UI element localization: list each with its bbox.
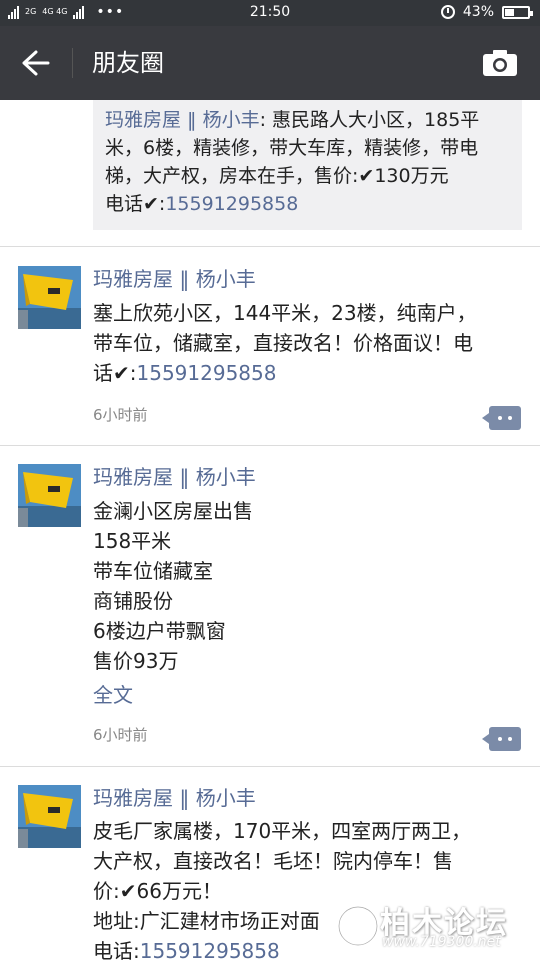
post-author[interactable]: 玛雅房屋 ‖ 杨小丰 <box>93 785 256 811</box>
divider <box>0 766 540 767</box>
comment-button[interactable] <box>482 727 521 751</box>
card-line-1: 玛雅房屋 ‖ 杨小丰: 惠民路人大小区，185平 <box>105 109 480 131</box>
avatar[interactable] <box>18 266 81 329</box>
post-text: 塞上欣苑小区，144平米，23楼，纯南户， 带车位，储藏室，直接改名！价格面议！… <box>93 301 477 385</box>
watermark-logo-icon <box>337 905 379 947</box>
phone-link[interactable]: 15591295858 <box>140 939 280 960</box>
back-button[interactable] <box>14 46 54 80</box>
post-author[interactable]: 玛雅房屋 ‖ 杨小丰 <box>93 266 256 292</box>
arrow-left-icon <box>22 50 50 76</box>
post-text: 金澜小区房屋出售 158平米 带车位储藏室 商铺股份 6楼边户带飘窗 售价93万 <box>93 499 253 673</box>
divider <box>0 445 540 446</box>
avatar[interactable] <box>18 785 81 848</box>
card-phone-link[interactable]: 15591295858 <box>165 193 298 215</box>
comment-button[interactable] <box>482 406 521 430</box>
status-bar: 2G 4G 4G ••• 21:50 43% <box>0 0 540 26</box>
app-header: 朋友圈 <box>0 26 540 100</box>
card-line-3: 梯，大产权，房本在手，售价:✔130万元 <box>105 165 449 187</box>
camera-button[interactable] <box>482 48 518 78</box>
divider <box>0 246 540 247</box>
card-line-4: 电话✔:15591295858 <box>105 193 299 215</box>
phone-link[interactable]: 15591295858 <box>137 361 277 385</box>
post-author[interactable]: 玛雅房屋 ‖ 杨小丰 <box>93 464 256 490</box>
card-author[interactable]: 玛雅房屋 ‖ 杨小丰 <box>105 109 260 131</box>
avatar-image <box>18 785 81 848</box>
shared-post-card[interactable]: 玛雅房屋 ‖ 杨小丰: 惠民路人大小区，185平 米，6楼，精装修，带大车库，精… <box>93 100 522 230</box>
header-divider <box>72 48 73 78</box>
post-timestamp: 6小时前 <box>93 726 148 744</box>
alarm-icon <box>440 5 455 19</box>
battery-fill <box>505 8 514 16</box>
card-line-2: 米，6楼，精装修，带大车库，精装修，带电 <box>105 137 479 159</box>
camera-icon <box>483 50 517 76</box>
watermark: 柏木论坛 www.719300.net <box>332 898 532 958</box>
battery-percent: 43% <box>462 4 494 20</box>
page-title: 朋友圈 <box>92 49 164 77</box>
avatar[interactable] <box>18 464 81 527</box>
show-full-text-link[interactable]: 全文 <box>93 679 133 708</box>
avatar-image <box>18 266 81 329</box>
battery-icon <box>502 5 533 19</box>
status-right: 43% <box>440 4 533 20</box>
avatar-image <box>18 464 81 527</box>
watermark-url: www.719300.net <box>382 934 501 950</box>
post-timestamp: 6小时前 <box>93 406 148 424</box>
